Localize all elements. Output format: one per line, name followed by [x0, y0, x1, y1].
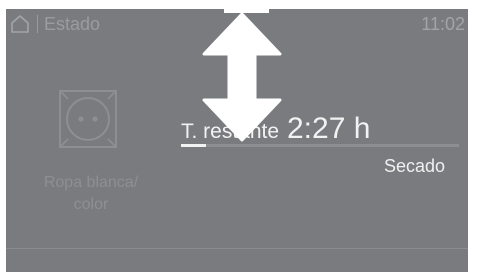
- progress-bar-fill: [181, 144, 207, 147]
- home-icon[interactable]: [10, 14, 30, 34]
- cotton-program-icon: [59, 90, 117, 148]
- program-label: Ropa blanca/ color: [26, 172, 156, 216]
- remaining-time-value: 2:27 h: [287, 112, 371, 145]
- status-separator: [37, 15, 38, 33]
- status-title: Estado: [44, 14, 101, 34]
- program-label-line2: color: [73, 196, 109, 213]
- clock: 11:02: [421, 14, 465, 34]
- program-label-line1: Ropa blanca/: [43, 174, 139, 191]
- phase-label: Secado: [384, 156, 446, 176]
- progress-bar: [181, 144, 459, 147]
- bottom-divider: [6, 248, 468, 249]
- vertical-drag-arrow-icon: [202, 12, 282, 142]
